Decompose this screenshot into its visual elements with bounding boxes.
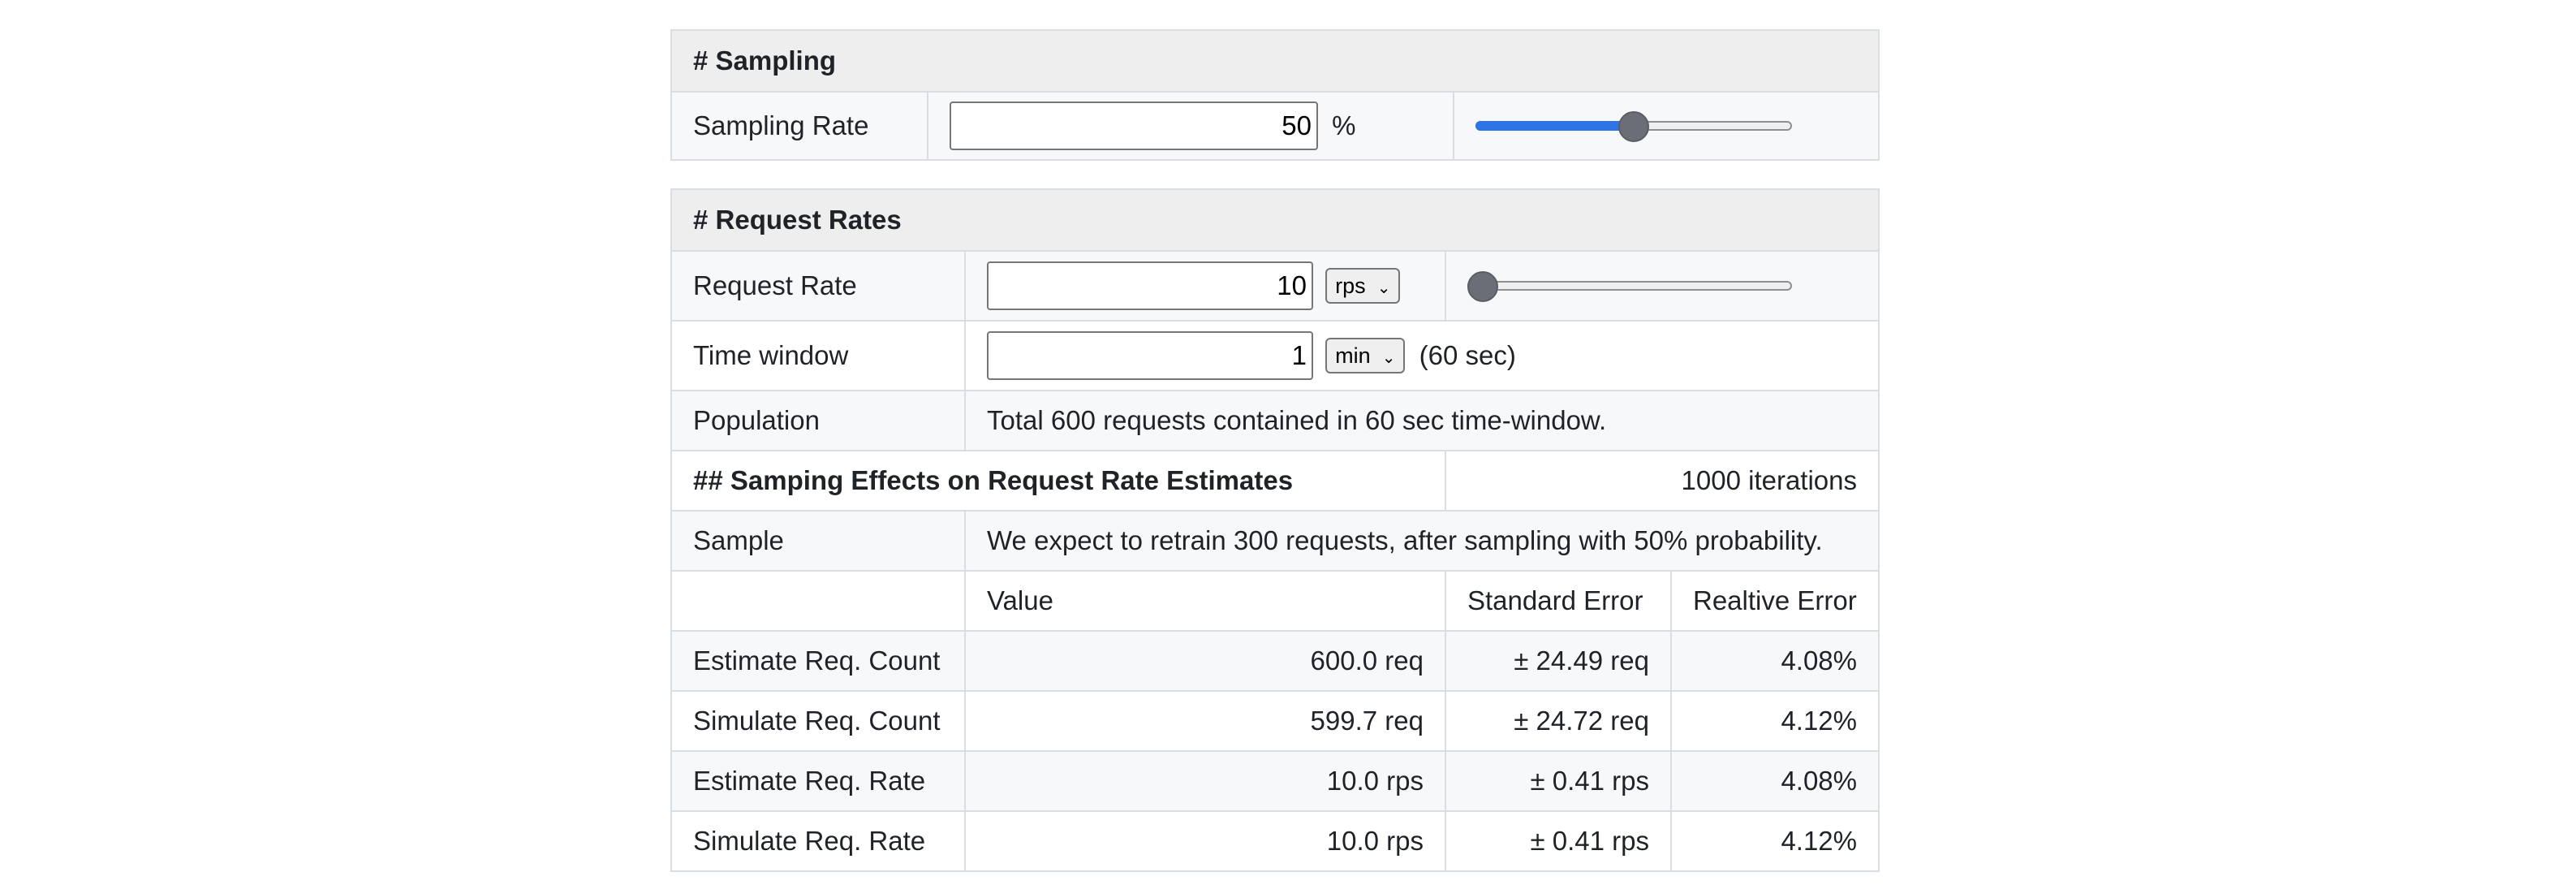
time-window-unit-value: min (1335, 343, 1371, 368)
column-header-standard-error: Standard Error (1445, 570, 1672, 632)
request-rate-slider[interactable] (1467, 270, 1792, 302)
sampling-rate-unit: % (1332, 110, 1356, 140)
table-row: Estimate Req. Count 600.0 req ± 24.49 re… (670, 630, 1880, 692)
chevron-down-icon: ⌄ (1381, 349, 1396, 367)
row-standard-error: ± 0.41 rps (1445, 810, 1672, 872)
request-rates-table: # Request Rates Request Rate rps ⌄ Time w… (670, 188, 1880, 872)
row-standard-error: ± 24.49 req (1445, 630, 1672, 692)
row-standard-error: ± 0.41 rps (1445, 750, 1672, 812)
row-value: 10.0 rps (964, 810, 1446, 872)
sampling-rate-input[interactable] (950, 101, 1318, 150)
request-rate-label: Request Rate (670, 250, 966, 322)
row-label: Simulate Req. Rate (670, 810, 966, 872)
column-header-empty (670, 570, 966, 632)
column-header-value: Value (964, 570, 1446, 632)
request-rate-slider-thumb[interactable] (1467, 271, 1498, 302)
row-relative-error: 4.12% (1669, 690, 1880, 752)
table-row: Estimate Req. Rate 10.0 rps ± 0.41 rps 4… (670, 750, 1880, 812)
population-label: Population (670, 390, 966, 451)
row-relative-error: 4.08% (1669, 630, 1880, 692)
sample-text: We expect to retrain 300 requests, after… (963, 510, 1880, 572)
sampling-section-title: # Sampling (670, 29, 1880, 93)
sample-label: Sample (670, 510, 966, 572)
sampling-rate-label: Sampling Rate (670, 91, 928, 161)
row-value: 600.0 req (964, 630, 1446, 692)
row-label: Estimate Req. Rate (670, 750, 966, 812)
column-header-relative-error: Realtive Error (1669, 570, 1880, 632)
row-relative-error: 4.12% (1669, 810, 1880, 872)
request-rate-unit-select[interactable]: rps ⌄ (1325, 268, 1401, 304)
time-window-input[interactable] (987, 331, 1313, 380)
row-value: 10.0 rps (964, 750, 1446, 812)
sampling-table: # Sampling Sampling Rate % (670, 29, 1880, 161)
sampling-rate-slider-thumb[interactable] (1618, 111, 1649, 142)
request-rate-input[interactable] (987, 261, 1313, 310)
effects-section-title: ## Samping Effects on Request Rate Estim… (670, 450, 1446, 512)
row-relative-error: 4.08% (1669, 750, 1880, 812)
table-row: Simulate Req. Count 599.7 req ± 24.72 re… (670, 690, 1880, 752)
row-label: Estimate Req. Count (670, 630, 966, 692)
request-rate-unit-value: rps (1335, 274, 1366, 298)
sampling-rate-slider[interactable] (1475, 110, 1792, 142)
request-rates-section-title: # Request Rates (670, 188, 1880, 252)
iterations-count: 1000 iterations (1444, 450, 1880, 512)
time-window-unit-select[interactable]: min ⌄ (1325, 338, 1406, 373)
table-row: Simulate Req. Rate 10.0 rps ± 0.41 rps 4… (670, 810, 1880, 872)
chevron-down-icon: ⌄ (1376, 279, 1391, 297)
row-value: 599.7 req (964, 690, 1446, 752)
population-text: Total 600 requests contained in 60 sec t… (963, 390, 1880, 451)
time-window-note: (60 sec) (1419, 340, 1516, 370)
row-standard-error: ± 24.72 req (1445, 690, 1672, 752)
row-label: Simulate Req. Count (670, 690, 966, 752)
time-window-label: Time window (670, 320, 966, 391)
